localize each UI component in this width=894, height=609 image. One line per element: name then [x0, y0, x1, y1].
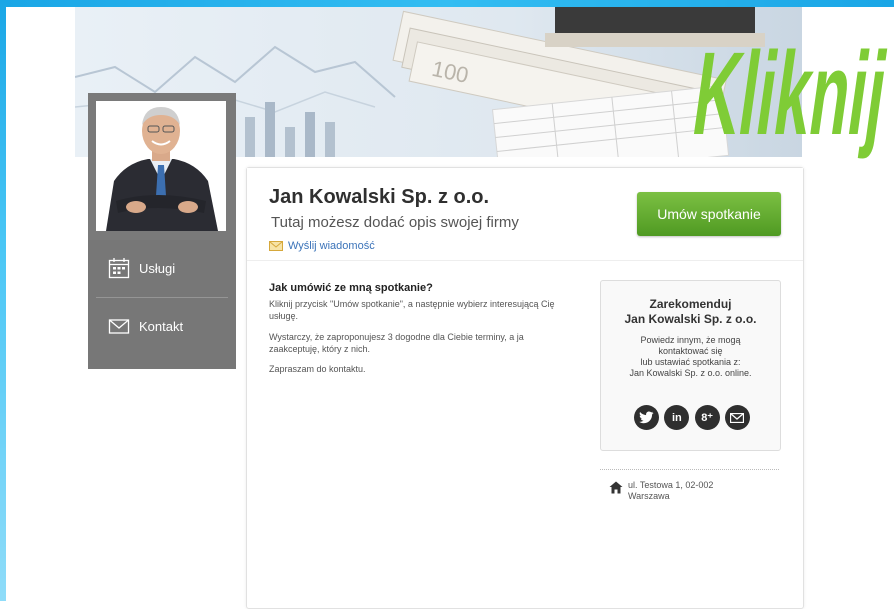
- company-name: Jan Kowalski Sp. z o.o.: [269, 186, 490, 208]
- address-line: Warszawa: [628, 491, 670, 501]
- linkedin-icon[interactable]: in: [664, 405, 690, 430]
- recommend-title-line: Zarekomenduj: [649, 297, 732, 311]
- sidebar-menu: Usługi Kontakt: [88, 240, 236, 369]
- send-message-link[interactable]: Wyślij wiadomość: [269, 240, 375, 252]
- envelope-icon: [108, 319, 130, 334]
- kliknij-promo-graphic[interactable]: Kliknij: [688, 4, 894, 179]
- instruction-paragraph: Wystarczy, że zaproponujesz 3 dogodne dl…: [269, 332, 524, 354]
- mail-icon: [269, 241, 283, 251]
- home-icon: [609, 481, 623, 494]
- profile-card: Jan Kowalski Sp. z o.o. Tutaj możesz dod…: [246, 167, 804, 609]
- frame-left-bar: [0, 0, 6, 601]
- sidebar-item-label: Kontakt: [139, 318, 184, 334]
- sidebar-item-kontakt[interactable]: Kontakt: [88, 298, 236, 354]
- send-message-label: Wyślij wiadomość: [288, 240, 375, 252]
- book-appointment-button[interactable]: Umów spotkanie: [637, 192, 781, 236]
- profile-photo: [88, 93, 236, 240]
- recommend-text-line: kontaktować się: [658, 346, 723, 356]
- google-plus-icon[interactable]: 8⁺: [694, 405, 720, 430]
- recommend-text-line: lub ustawiać spotkania z:: [640, 357, 741, 367]
- instruction-paragraph: Kliknij przycisk "Umów spotkanie", a nas…: [269, 299, 555, 321]
- recommend-title-line: Jan Kowalski Sp. z o.o.: [624, 312, 757, 326]
- company-description: Tutaj możesz dodać opis swojej firmy: [271, 214, 519, 231]
- address-line: ul. Testowa 1, 02-002: [628, 480, 714, 490]
- recommend-box: Zarekomenduj Jan Kowalski Sp. z o.o. Pow…: [600, 280, 781, 451]
- twitter-icon[interactable]: [634, 405, 659, 430]
- sidebar-item-uslugi[interactable]: Usługi: [88, 240, 236, 296]
- instruction-paragraph: Zapraszam do kontaktu.: [269, 364, 366, 374]
- social-share-buttons: in 8⁺: [634, 405, 750, 431]
- email-icon[interactable]: [724, 405, 750, 430]
- person-portrait-image: [96, 101, 226, 231]
- sidebar-item-label: Usługi: [139, 260, 176, 276]
- recommend-text-line: Powiedz innym, że mogą: [640, 335, 741, 345]
- kliknij-label: Kliknij: [688, 29, 894, 160]
- divider-dotted: [600, 469, 779, 470]
- recommend-text-line: Jan Kowalski Sp. z o.o. online.: [629, 368, 752, 378]
- recommend-text: Powiedz innym, że mogą kontaktować się l…: [601, 335, 780, 379]
- calendar-icon: [108, 258, 130, 279]
- recommend-title: Zarekomenduj Jan Kowalski Sp. z o.o.: [601, 297, 780, 327]
- card-header: Jan Kowalski Sp. z o.o. Tutaj możesz dod…: [247, 168, 803, 261]
- how-to-book-title: Jak umówić ze mną spotkanie?: [269, 282, 433, 294]
- address-block: ul. Testowa 1, 02-002 Warszawa: [609, 480, 713, 502]
